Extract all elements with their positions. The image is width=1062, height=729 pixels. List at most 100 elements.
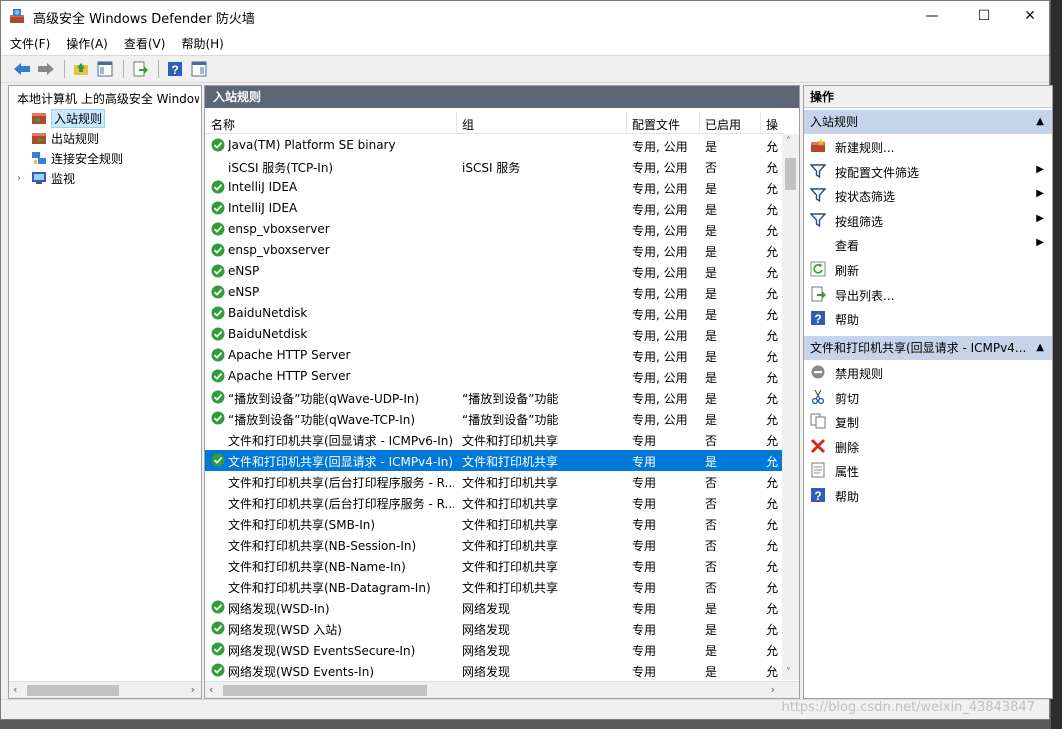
table-row[interactable]: BaiduNetdisk 专用, 公用 是 允 [205,303,783,324]
submenu-arrow-icon: ▶ [1036,163,1044,175]
action-item[interactable]: 删除 [804,434,1052,458]
scroll-left-icon[interactable]: ‹ [209,683,213,696]
menu-action[interactable]: 操作(A) [66,35,108,52]
rule-group-cell: 文件和打印机共享 [462,581,559,595]
up-level-button[interactable] [70,58,92,80]
table-row[interactable]: IntelliJ IDEA 专用, 公用 是 允 [205,198,783,219]
table-row[interactable]: 文件和打印机共享(回显请求 - ICMPv4-In) 文件和打印机共享 专用 是 允 [205,450,783,471]
help-button[interactable]: ? [164,58,186,80]
table-row[interactable]: 网络发现(WSD-In) 网络发现 专用 是 允 [205,597,783,618]
disable-rule-icon [811,365,825,379]
table-row[interactable]: Apache HTTP Server 专用, 公用 是 允 [205,345,783,366]
rule-profile-cell: 专用, 公用 [632,308,688,322]
table-row[interactable]: BaiduNetdisk 专用, 公用 是 允 [205,324,783,345]
rules-vertical-scrollbar[interactable]: ˄ ˅ [782,134,799,680]
column-divider[interactable] [456,112,457,134]
table-row[interactable]: 网络发现(WSD EventsSecure-In) 网络发现 专用 是 允 [205,639,783,660]
table-row[interactable]: 文件和打印机共享(回显请求 - ICMPv6-In) 文件和打印机共享 专用 否 允 [205,429,783,450]
menu-view[interactable]: 查看(V) [124,35,166,52]
action-item[interactable]: 查看 ▶ [804,232,1052,256]
action-item[interactable]: ? 帮助 [804,306,1052,330]
table-row[interactable]: 网络发现(WSD 入站) 网络发现 专用 是 允 [205,618,783,639]
table-row[interactable]: 网络发现(WSD Events-In) 网络发现 专用 是 允 [205,660,783,681]
scroll-thumb[interactable] [785,158,796,190]
table-row[interactable]: ensp_vboxserver 专用, 公用 是 允 [205,240,783,261]
table-row[interactable]: eNSP 专用, 公用 是 允 [205,282,783,303]
forward-button[interactable] [35,58,57,80]
rule-group-cell: 文件和打印机共享 [462,539,559,553]
table-row[interactable]: 文件和打印机共享(后台打印程序服务 - R... 文件和打印机共享 专用 否 允 [205,471,783,492]
menu-help[interactable]: 帮助(H) [181,35,223,52]
action-item[interactable]: 刷新 [804,257,1052,281]
export-button[interactable] [129,58,151,80]
collapse-caret-icon[interactable]: ▲ [1036,336,1044,360]
rule-profile-cell: 专用, 公用 [632,329,688,343]
tree-item-outbound[interactable]: 出站规则 [31,128,99,148]
scroll-down-icon[interactable]: ˅ [786,667,791,678]
column-header-profile[interactable]: 配置文件 [632,116,680,133]
column-header-action[interactable]: 操 [766,116,778,133]
table-row[interactable]: 文件和打印机共享(SMB-In) 文件和打印机共享 专用 否 允 [205,513,783,534]
tree-horizontal-scrollbar[interactable]: ‹ › [9,681,201,698]
inbound-rules-icon [32,113,46,124]
back-button[interactable] [11,58,33,80]
column-divider[interactable] [760,112,761,134]
scroll-up-icon[interactable]: ˄ [786,136,791,147]
actions-group-selected-rule[interactable]: 文件和打印机共享(回显请求 - ICMPv4... ▲ [804,336,1052,360]
rule-group-cell: “播放到设备”功能 [462,413,559,427]
action-item[interactable]: 按状态筛选 ▶ [804,183,1052,207]
table-row[interactable]: IntelliJ IDEA 专用, 公用 是 允 [205,177,783,198]
action-item[interactable]: 导出列表... [804,282,1052,306]
tree-item-connection-security[interactable]: 连接安全规则 [31,148,123,168]
show-hide-action-button[interactable] [188,58,210,80]
action-item[interactable]: 剪切 [804,385,1052,409]
action-item[interactable]: 禁用规则 [804,360,1052,384]
tree-item-monitor[interactable]: › 监视 [17,168,75,188]
enabled-check-icon [211,138,225,152]
rules-horizontal-scrollbar[interactable]: ‹ › [205,681,799,698]
menu-file[interactable]: 文件(F) [10,35,50,52]
actions-group-inbound[interactable]: 入站规则 ▲ [804,110,1052,134]
scroll-right-icon[interactable]: › [191,683,195,696]
rule-name-cell: eNSP [228,264,260,278]
maximize-button[interactable]: ☐ [961,1,1007,31]
scroll-right-icon[interactable]: › [771,683,775,696]
tree-root[interactable]: 本地计算机 上的高级安全 Windows [13,88,199,108]
minimize-icon: — [925,8,939,24]
table-row[interactable]: ensp_vboxserver 专用, 公用 是 允 [205,219,783,240]
table-row[interactable]: Apache HTTP Server 专用, 公用 是 允 [205,366,783,387]
action-item[interactable]: 复制 [804,409,1052,433]
expand-chevron-icon[interactable]: › [17,173,31,184]
new-rule-icon [811,138,825,152]
tree-item-inbound[interactable]: 入站规则 [31,108,106,128]
minimize-button[interactable]: — [909,1,955,31]
column-header-enabled[interactable]: 已启用 [705,116,741,133]
table-row[interactable]: “播放到设备”功能(qWave-UDP-In) “播放到设备”功能 专用, 公用 是 允 [205,387,783,408]
scroll-thumb[interactable] [223,685,427,696]
scroll-left-icon[interactable]: ‹ [13,683,17,696]
action-item[interactable]: 属性 [804,458,1052,482]
column-divider[interactable] [626,112,627,134]
table-row[interactable]: “播放到设备”功能(qWave-TCP-In) “播放到设备”功能 专用, 公用 是 允 [205,408,783,429]
column-header-group[interactable]: 组 [462,116,474,133]
rule-group-cell: 文件和打印机共享 [462,518,559,532]
action-item[interactable]: 按组筛选 ▶ [804,208,1052,232]
action-item[interactable]: 新建规则... [804,134,1052,158]
table-row[interactable]: Java(TM) Platform SE binary 专用, 公用 是 允 [205,135,783,156]
table-row[interactable]: iSCSI 服务(TCP-In) iSCSI 服务 专用, 公用 否 允 [205,156,783,177]
rule-enabled-cell: 否 [705,476,718,490]
rule-profile-cell: 专用 [632,581,657,595]
action-item[interactable]: 按配置文件筛选 ▶ [804,159,1052,183]
table-row[interactable]: 文件和打印机共享(NB-Name-In) 文件和打印机共享 专用 否 允 [205,555,783,576]
action-item[interactable]: ? 帮助 [804,483,1052,507]
column-header-name[interactable]: 名称 [211,116,235,133]
column-divider[interactable] [699,112,700,134]
table-row[interactable]: 文件和打印机共享(NB-Datagram-In) 文件和打印机共享 专用 否 允 [205,576,783,597]
table-row[interactable]: 文件和打印机共享(后台打印程序服务 - R... 文件和打印机共享 专用 否 允 [205,492,783,513]
collapse-caret-icon[interactable]: ▲ [1036,110,1044,134]
scroll-thumb[interactable] [27,685,119,696]
show-hide-tree-button[interactable] [94,58,116,80]
table-row[interactable]: 文件和打印机共享(NB-Session-In) 文件和打印机共享 专用 否 允 [205,534,783,555]
close-button[interactable]: ✕ [1007,1,1053,31]
table-row[interactable]: eNSP 专用, 公用 是 允 [205,261,783,282]
